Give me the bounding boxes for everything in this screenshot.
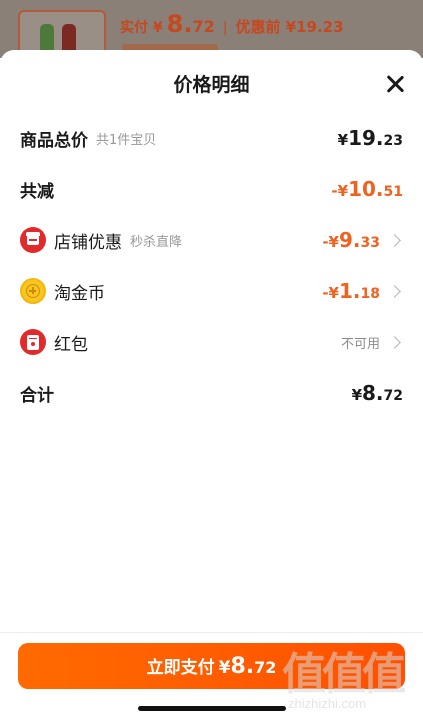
taojinbi-dec: 18: [360, 286, 380, 302]
subtotal-amount: ¥ 8. 72: [352, 381, 403, 405]
taojinbi-amount: -¥ 1. 18: [322, 279, 380, 303]
sheet-title: 价格明细: [173, 74, 250, 96]
goods-total-amount: ¥ 19. 23: [338, 126, 403, 150]
background-before-discount: 优惠前 ¥19.23: [235, 18, 344, 36]
home-indicator: [138, 706, 286, 711]
subtotal-yen: ¥: [351, 386, 362, 404]
red-packet-label: 红包: [54, 334, 88, 355]
coin-icon: [20, 278, 46, 304]
total-reduction-amount: -¥ 10. 51: [331, 177, 403, 201]
goods-total-label: 商品总价: [20, 130, 88, 151]
goods-total-dec: 23: [383, 133, 403, 149]
chevron-right-icon[interactable]: [388, 335, 401, 349]
taojinbi-row[interactable]: 淘金币 -¥ 1. 18: [20, 277, 403, 305]
store-discount-int: 9.: [339, 228, 361, 252]
price-detail-sheet: 价格明细 商品总价 共1件宝贝 ¥ 19. 23 共减 -¥ 10. 51 店铺…: [0, 50, 423, 720]
goods-total-yen: ¥: [337, 131, 349, 149]
total-reduction-int: 10.: [348, 177, 384, 201]
taojinbi-yen: -¥: [322, 284, 339, 302]
store-discount-label: 店铺优惠: [54, 232, 122, 253]
store-discount-amount: -¥ 9. 33: [322, 228, 380, 252]
subtotal-dec: 72: [383, 388, 403, 404]
subtotal-row: 合计 ¥ 8. 72: [20, 379, 403, 407]
total-reduction-row: 共减 -¥ 10. 51: [20, 175, 403, 203]
red-packet-icon: [20, 329, 46, 355]
goods-total-row: 商品总价 共1件宝贝 ¥ 19. 23: [20, 124, 403, 152]
store-discount-sub: 秒杀直降: [130, 234, 183, 250]
store-icon: [20, 227, 46, 253]
store-discount-row[interactable]: 店铺优惠 秒杀直降 -¥ 9. 33: [20, 226, 403, 254]
total-reduction-label: 共减: [20, 181, 54, 202]
subtotal-int: 8.: [362, 381, 384, 405]
pay-now-button[interactable]: 立即支付 ¥ 8. 72: [18, 643, 405, 689]
total-reduction-yen: -¥: [331, 182, 349, 200]
pay-now-int: 8.: [230, 654, 255, 679]
store-discount-dec: 33: [360, 235, 380, 251]
red-packet-row[interactable]: 红包 不可用: [20, 328, 403, 356]
background-pay-int: 8.: [166, 10, 193, 38]
close-icon[interactable]: [385, 74, 405, 94]
goods-total-int: 19.: [348, 126, 384, 150]
sheet-header: 价格明细: [0, 50, 423, 112]
background-pay-dec: 72: [192, 17, 215, 36]
pay-now-label: 立即支付: [146, 658, 215, 678]
pay-now-dec: 72: [254, 658, 277, 677]
chevron-right-icon[interactable]: [388, 233, 401, 247]
background-price-line: 实付 ¥ 8. 72 | 优惠前 ¥19.23: [120, 10, 344, 46]
red-packet-status: 不可用: [340, 336, 380, 352]
background-separator: |: [222, 20, 228, 36]
taojinbi-int: 1.: [339, 279, 361, 303]
store-discount-yen: -¥: [322, 233, 339, 251]
background-pay-prefix: 实付 ¥: [120, 20, 163, 36]
taojinbi-label: 淘金币: [54, 283, 105, 304]
pay-now-yen: ¥: [218, 658, 231, 678]
total-reduction-dec: 51: [383, 184, 403, 200]
chevron-right-icon[interactable]: [388, 284, 401, 298]
subtotal-label: 合计: [20, 385, 54, 406]
goods-total-count: 共1件宝贝: [96, 132, 157, 148]
